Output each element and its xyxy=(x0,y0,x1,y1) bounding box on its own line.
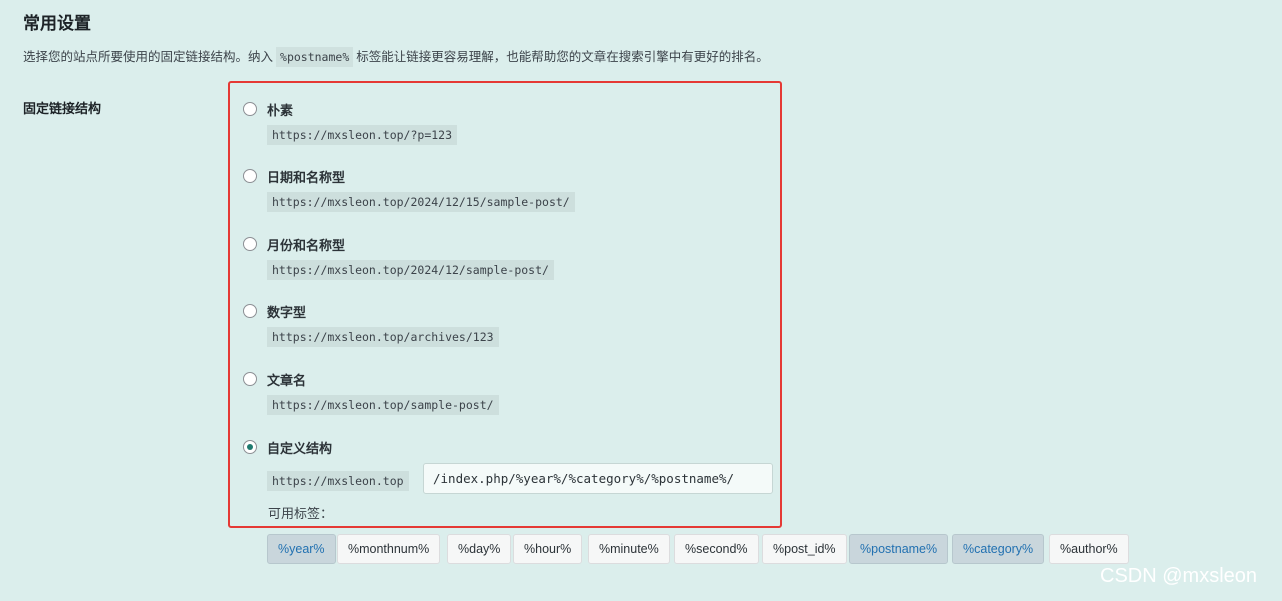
radio-plain[interactable] xyxy=(243,102,257,116)
tag-hour-button[interactable]: %hour% xyxy=(513,534,583,564)
option-post-name-url: https://mxsleon.top/sample-post/ xyxy=(267,395,499,415)
option-month-name-label: 月份和名称型 xyxy=(267,239,346,254)
intro-text-after: 标签能让链接更容易理解，也能帮助您的文章在搜索引擎中有更好的排名。 xyxy=(356,49,769,64)
tag-category-button[interactable]: %category% xyxy=(952,534,1045,564)
tag-author-button[interactable]: %author% xyxy=(1049,534,1129,564)
option-numeric-url: https://mxsleon.top/archives/123 xyxy=(267,327,499,347)
option-month-name-url: https://mxsleon.top/2024/12/sample-post/ xyxy=(267,260,554,280)
intro-text: 选择您的站点所要使用的固定链接结构。纳入 %postname% 标签能让链接更容易理… xyxy=(23,46,769,67)
radio-month-name[interactable] xyxy=(243,237,257,251)
option-day-name-url: https://mxsleon.top/2024/12/15/sample-po… xyxy=(267,192,575,212)
radio-day-name[interactable] xyxy=(243,169,257,183)
custom-structure-base-url: https://mxsleon.top xyxy=(267,471,409,491)
watermark: CSDN @mxsleon xyxy=(1100,565,1258,587)
permalink-structure-label: 固定链接结构 xyxy=(23,102,102,117)
tag-postname-button[interactable]: %postname% xyxy=(849,534,949,564)
option-custom-structure-label: 自定义结构 xyxy=(267,442,333,457)
option-numeric-label: 数字型 xyxy=(267,306,307,321)
tag-post-id-button[interactable]: %post_id% xyxy=(762,534,847,564)
tag-minute-button[interactable]: %minute% xyxy=(588,534,670,564)
tag-day-button[interactable]: %day% xyxy=(447,534,512,564)
section-title: 常用设置 xyxy=(23,14,91,34)
custom-structure-input[interactable] xyxy=(423,463,773,494)
highlight-annotation-box xyxy=(228,81,782,528)
tag-second-button[interactable]: %second% xyxy=(674,534,759,564)
intro-code-tag: %postname% xyxy=(276,47,354,67)
radio-custom-structure[interactable] xyxy=(243,440,257,454)
option-post-name-label: 文章名 xyxy=(267,374,307,389)
option-plain-label: 朴素 xyxy=(267,104,294,119)
intro-text-before: 选择您的站点所要使用的固定链接结构。纳入 xyxy=(23,49,274,64)
option-day-name-label: 日期和名称型 xyxy=(267,171,346,186)
radio-numeric[interactable] xyxy=(243,304,257,318)
radio-post-name[interactable] xyxy=(243,372,257,386)
available-tags-label: 可用标签： xyxy=(268,507,334,522)
tag-monthnum-button[interactable]: %monthnum% xyxy=(337,534,441,564)
tag-year-button[interactable]: %year% xyxy=(267,534,336,564)
option-plain-url: https://mxsleon.top/?p=123 xyxy=(267,125,458,145)
